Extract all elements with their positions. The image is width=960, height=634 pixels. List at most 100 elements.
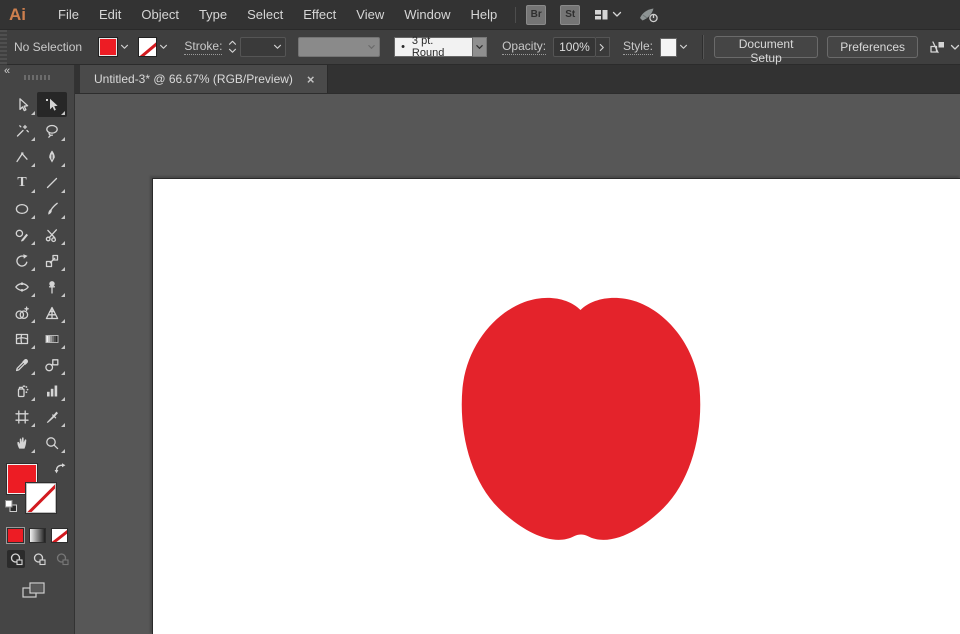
slice-tool-icon (46, 411, 58, 423)
direct-selection-tool-icon (46, 98, 58, 111)
menu-select[interactable]: Select (237, 0, 293, 30)
align-options[interactable] (929, 39, 960, 55)
menu-type[interactable]: Type (189, 0, 237, 30)
document-tab-title: Untitled-3* @ 66.67% (RGB/Preview) (94, 72, 293, 86)
stroke-color-swatch[interactable] (137, 37, 158, 57)
menu-file[interactable]: File (48, 0, 89, 30)
hand-tool[interactable] (7, 430, 37, 455)
puppet-warp-tool[interactable] (37, 274, 67, 299)
draw-inside-button[interactable] (53, 550, 71, 568)
rotate-tool-icon (16, 253, 28, 267)
symbol-sprayer-tool[interactable] (7, 378, 37, 403)
type-tool[interactable]: T (7, 170, 37, 195)
stroke-weight-dropdown[interactable] (240, 37, 287, 57)
opacity-field[interactable]: 100% (553, 37, 596, 57)
draw-normal-icon (10, 552, 23, 565)
column-graph-tool[interactable] (37, 378, 67, 403)
width-tool-icon (15, 281, 29, 292)
stock-button[interactable]: St (560, 4, 581, 25)
gradient-button[interactable] (29, 528, 46, 543)
eyedropper-tool[interactable] (7, 352, 37, 377)
none-button[interactable] (51, 528, 68, 543)
style-swatch[interactable] (659, 37, 677, 57)
draw-inside-icon (56, 552, 69, 565)
fill-stroke-controls (0, 462, 74, 522)
menu-help[interactable]: Help (460, 0, 507, 30)
draw-behind-button[interactable] (30, 550, 48, 568)
stroke-swatch[interactable] (25, 482, 57, 514)
lasso-tool[interactable] (37, 118, 67, 143)
perspective-grid-tool-icon (45, 306, 59, 319)
menu-edit[interactable]: Edit (89, 0, 131, 30)
tools-panel-header: « (0, 65, 74, 92)
panel-grip[interactable] (0, 30, 7, 65)
document-area: Untitled-3* @ 66.67% (RGB/Preview) × (75, 65, 960, 634)
screen-mode-icon (22, 582, 45, 598)
tab-close-icon[interactable]: × (307, 73, 315, 86)
style-label[interactable]: Style: (622, 39, 653, 55)
menu-effect[interactable]: Effect (293, 0, 346, 30)
draw-normal-button[interactable] (7, 550, 25, 568)
mesh-tool-icon (15, 333, 29, 344)
tools-grid: T (0, 92, 74, 455)
slice-tool[interactable] (37, 404, 67, 429)
puppet-warp-tool-icon (48, 280, 56, 294)
selection-tool[interactable] (7, 92, 37, 117)
blend-tool[interactable] (37, 352, 67, 377)
tools-panel-grip[interactable] (24, 75, 51, 80)
style-chevron-icon[interactable] (677, 37, 690, 57)
change-screen-mode-button[interactable] (0, 568, 74, 605)
gpu-performance[interactable] (638, 6, 660, 24)
shaper-tool[interactable] (7, 222, 37, 247)
scissors-tool[interactable] (37, 222, 67, 247)
mesh-tool[interactable] (7, 326, 37, 351)
zoom-tool[interactable] (37, 430, 67, 455)
collapse-panel-icon[interactable]: « (4, 65, 10, 77)
perspective-grid-tool[interactable] (37, 300, 67, 325)
bridge-button[interactable]: Br (526, 4, 547, 25)
gradient-tool[interactable] (37, 326, 67, 351)
menu-window[interactable]: Window (394, 0, 460, 30)
preferences-button[interactable]: Preferences (827, 36, 918, 58)
curvature-tool[interactable] (7, 144, 37, 169)
ellipse-tool[interactable] (7, 196, 37, 221)
artboard[interactable] (152, 178, 960, 634)
stroke-weight-label[interactable]: Stroke: (184, 39, 223, 55)
brush-definition-dropdown[interactable]: • 3 pt. Round (394, 35, 473, 59)
menu-object[interactable]: Object (131, 0, 189, 30)
brush-chevron-icon[interactable] (472, 37, 488, 57)
illustrator-window: Ai File Edit Object Type Select Effect V… (0, 0, 960, 634)
magic-wand-tool[interactable] (7, 118, 37, 143)
scale-tool-icon (45, 254, 59, 267)
pen-tool[interactable] (37, 144, 67, 169)
paintbrush-tool[interactable] (37, 196, 67, 221)
fill-color-swatch[interactable] (98, 37, 118, 57)
direct-selection-tool[interactable] (37, 92, 67, 117)
document-setup-button[interactable]: Document Setup (713, 36, 819, 65)
rotate-tool[interactable] (7, 248, 37, 273)
shape-builder-tool[interactable] (7, 300, 37, 325)
control-panel: No Selection Stroke: • 3 pt. Round Opaci… (0, 30, 960, 65)
color-button[interactable] (7, 528, 24, 543)
fill-color-chevron-icon[interactable] (118, 37, 131, 57)
default-fill-stroke-icon[interactable] (4, 499, 19, 519)
stroke-weight-stepper[interactable] (228, 40, 237, 54)
width-tool[interactable] (7, 274, 37, 299)
canvas-area[interactable] (75, 93, 960, 634)
menu-view[interactable]: View (346, 0, 394, 30)
stroke-color-chevron-icon[interactable] (157, 37, 170, 57)
workspace-switcher[interactable] (594, 8, 622, 22)
opacity-label[interactable]: Opacity: (502, 39, 547, 55)
swap-fill-stroke-icon[interactable] (53, 462, 68, 480)
line-segment-tool[interactable] (37, 170, 67, 195)
document-tab-bar: Untitled-3* @ 66.67% (RGB/Preview) × (75, 65, 960, 93)
shape-builder-tool-icon (15, 306, 29, 319)
lasso-tool-icon (46, 124, 58, 138)
width-profile-dropdown (298, 37, 381, 57)
apple-shape[interactable] (458, 296, 704, 549)
scale-tool[interactable] (37, 248, 67, 273)
opacity-expand-icon[interactable] (595, 37, 610, 57)
paintbrush-tool-icon (48, 202, 58, 215)
artboard-tool[interactable] (7, 404, 37, 429)
document-tab[interactable]: Untitled-3* @ 66.67% (RGB/Preview) × (80, 65, 328, 93)
